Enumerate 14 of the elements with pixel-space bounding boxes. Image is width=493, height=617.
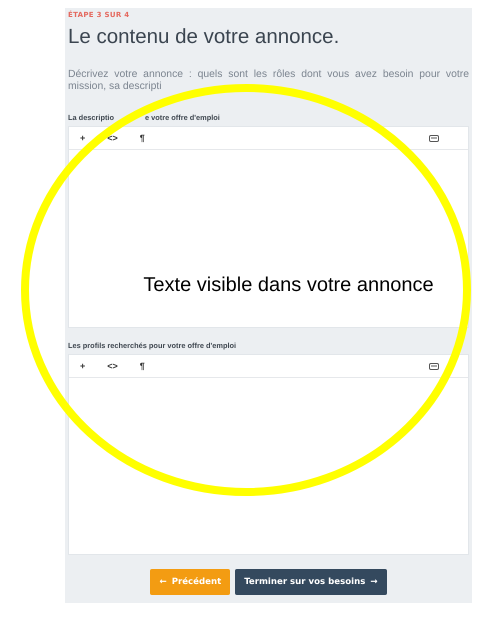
intro-text: Décrivez votre annonce : quels sont les rôles dont vous avez besoin pour votre mission, sa descripti xyxy=(68,69,469,93)
toolbar-button[interactable]: <> xyxy=(107,133,118,143)
keyboard-icon[interactable] xyxy=(429,134,439,142)
page-title: Le contenu de votre annonce. xyxy=(68,25,340,49)
toolbar-button[interactable]: ¶ xyxy=(140,133,145,143)
toolbar-button[interactable]: + xyxy=(80,361,86,371)
keyboard-icon[interactable] xyxy=(429,362,439,370)
toolbar-button[interactable]: ¶ xyxy=(140,361,145,371)
annotation-text: Texte visible dans votre annonce xyxy=(143,274,434,297)
text-editor[interactable]: + <> ¶ Texte visible dans votre annonce xyxy=(68,126,469,328)
toolbar-button[interactable]: <> xyxy=(107,361,118,371)
toolbar-button[interactable]: + xyxy=(80,133,86,143)
text-editor[interactable]: + <> ¶ xyxy=(68,354,469,555)
next-button[interactable]: Terminer sur vos besoins → xyxy=(235,569,387,595)
